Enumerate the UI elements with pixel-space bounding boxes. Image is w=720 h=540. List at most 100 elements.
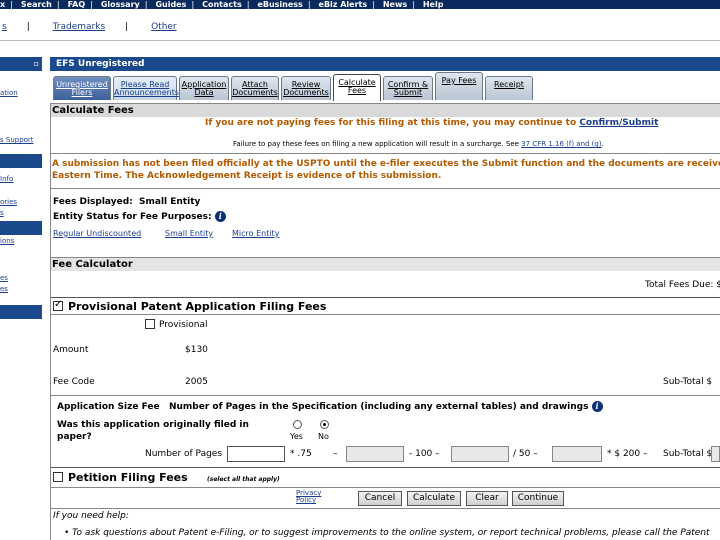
sidebar-link[interactable]: s	[0, 209, 4, 217]
sidebar-link[interactable]: es	[0, 274, 8, 282]
tab-review-documents[interactable]: Review Documents	[281, 76, 331, 100]
sidebar-section-bar	[0, 154, 42, 168]
clear-button[interactable]: Clear	[466, 491, 508, 506]
application-size-fee: Application Size Fee Number of Pages in …	[57, 401, 603, 412]
separator: |	[144, 0, 148, 9]
paper-yes-radio[interactable]	[293, 420, 302, 429]
topnav-item[interactable]: x	[0, 0, 5, 9]
minus-100-text: - 100 –	[409, 449, 440, 459]
info-icon[interactable]: i	[214, 211, 226, 222]
petition-checkbox[interactable]	[53, 472, 63, 482]
entity-status-label: Entity Status for Fee Purposes:	[53, 212, 212, 222]
times-200-text: * $ 200 –	[607, 449, 648, 459]
minus-text: –	[333, 449, 338, 459]
surcharge-text: Failure to pay these fees on filing a ne…	[233, 140, 519, 148]
multiplier-text: * .75	[290, 449, 312, 459]
calc-field-2	[451, 446, 509, 462]
sidebar-link[interactable]: s Support	[0, 136, 34, 144]
separator: |	[412, 0, 416, 9]
divider	[50, 153, 720, 154]
divider	[50, 395, 720, 396]
topnav-contacts[interactable]: Contacts	[202, 0, 242, 9]
continue-button[interactable]: Continue	[512, 491, 564, 506]
tab-pay-fees[interactable]: Pay Fees	[435, 72, 483, 100]
divider	[50, 467, 720, 468]
notice-label: If you are not paying fees for this fili…	[205, 118, 577, 128]
paper-no-radio[interactable]	[320, 420, 329, 429]
topnav-faq[interactable]: FAQ	[68, 0, 86, 9]
tab-confirm-submit[interactable]: Confirm & Submit	[383, 76, 433, 100]
divider	[50, 487, 720, 488]
sidebar-link[interactable]: es	[0, 285, 8, 293]
sidebar-link[interactable]: Info	[0, 175, 13, 183]
provisional-option-label: Provisional	[159, 320, 208, 330]
topnav-ebusiness[interactable]: eBusiness	[257, 0, 302, 9]
tab-attach-documents[interactable]: Attach Documents	[231, 76, 279, 100]
fee-code-label: Fee Code	[53, 377, 95, 387]
fee-calculator-header: Fee Calculator	[50, 257, 720, 271]
provisional-checkbox[interactable]	[53, 299, 63, 311]
calculate-fees-title: Calculate Fees	[52, 105, 134, 116]
info-icon[interactable]: i	[591, 401, 603, 412]
separator: |	[90, 0, 94, 9]
pages-label: Number of Pages	[145, 449, 223, 459]
paper-question-line2: paper?	[57, 432, 92, 442]
topnav-glossary[interactable]: Glossary	[101, 0, 140, 9]
notice-text: If you are not paying fees for this fili…	[205, 118, 658, 128]
cancel-button[interactable]: Cancel	[358, 491, 402, 506]
divider	[50, 188, 720, 189]
topnav-help[interactable]: Help	[423, 0, 444, 9]
secondary-navigation: s | Trademarks | Other	[0, 18, 720, 36]
number-of-pages-input[interactable]	[227, 446, 285, 462]
entity-micro-link[interactable]: Micro Entity	[232, 229, 279, 238]
size-fee-desc: Number of Pages in the Specification (in…	[168, 402, 589, 412]
separator: |	[246, 0, 250, 9]
submission-warning-1: A submission has not been filed official…	[52, 159, 720, 169]
tab-calculate-fees[interactable]: Calculate Fees	[333, 74, 381, 101]
tab-announcements[interactable]: Please Read Announcements	[113, 76, 179, 100]
tab-receipt[interactable]: Receipt	[485, 76, 533, 100]
topnav-news[interactable]: News	[383, 0, 407, 9]
fees-displayed-value: Small Entity	[139, 197, 201, 207]
sidebar-link[interactable]: ation	[0, 89, 18, 97]
sidebar: ▫ ation s Support Info ories s ions es e…	[0, 57, 42, 540]
total-fees-label: Total Fees Due: $	[645, 280, 720, 290]
separator: |	[10, 0, 14, 9]
calculate-button[interactable]: Calculate	[407, 491, 461, 506]
secnav-item[interactable]: s	[2, 18, 7, 36]
sidebar-section-bar	[0, 305, 42, 319]
tab-unregistered-filers[interactable]: Unregistered Filers	[53, 76, 111, 100]
secnav-other[interactable]: Other	[151, 18, 177, 36]
privacy-policy-link[interactable]: Privacy Policy	[296, 490, 340, 504]
confirm-submit-link[interactable]: Confirm/Submit	[579, 118, 658, 128]
help-bullet: • To ask questions about Patent e-Filing…	[64, 528, 710, 538]
provisional-option-checkbox[interactable]	[145, 319, 155, 329]
entity-regular-link[interactable]: Regular Undiscounted	[53, 229, 141, 238]
paper-question-line1: Was this application originally filed in	[57, 420, 249, 430]
sidebar-link[interactable]: ions	[0, 237, 14, 245]
wizard-tabs: Unregistered Filers Please Read Announce…	[50, 72, 720, 102]
separator: |	[26, 22, 30, 32]
topnav-search[interactable]: Search	[21, 0, 52, 9]
subtotal-field	[711, 446, 720, 462]
sidebar-link[interactable]: ories	[0, 198, 17, 206]
divider	[0, 40, 720, 41]
divider	[50, 508, 720, 509]
frame-border	[50, 103, 51, 540]
topnav-guides[interactable]: Guides	[155, 0, 186, 9]
divider	[50, 297, 720, 298]
window-icon[interactable]: ▫	[34, 57, 39, 71]
entity-status: Entity Status for Fee Purposes: i	[53, 211, 226, 222]
help-title: If you need help:	[53, 511, 129, 521]
topnav-ebiz-alerts[interactable]: eBiz Alerts	[319, 0, 368, 9]
cfr-link[interactable]: 37 CFR 1.16 (f) and (g)	[521, 140, 601, 148]
sidebar-header: ▫	[0, 57, 42, 71]
entity-small-link[interactable]: Small Entity	[165, 229, 213, 238]
subtotal2-label: Sub-Total $	[663, 449, 713, 459]
app-title-bar: EFS Unregistered	[50, 57, 720, 71]
secnav-trademarks[interactable]: Trademarks	[53, 18, 106, 36]
tab-application-data[interactable]: Application Data	[179, 76, 229, 100]
calc-field-1	[346, 446, 404, 462]
amount-label: Amount	[53, 345, 89, 355]
subtotal-label: Sub-Total $	[663, 377, 713, 387]
